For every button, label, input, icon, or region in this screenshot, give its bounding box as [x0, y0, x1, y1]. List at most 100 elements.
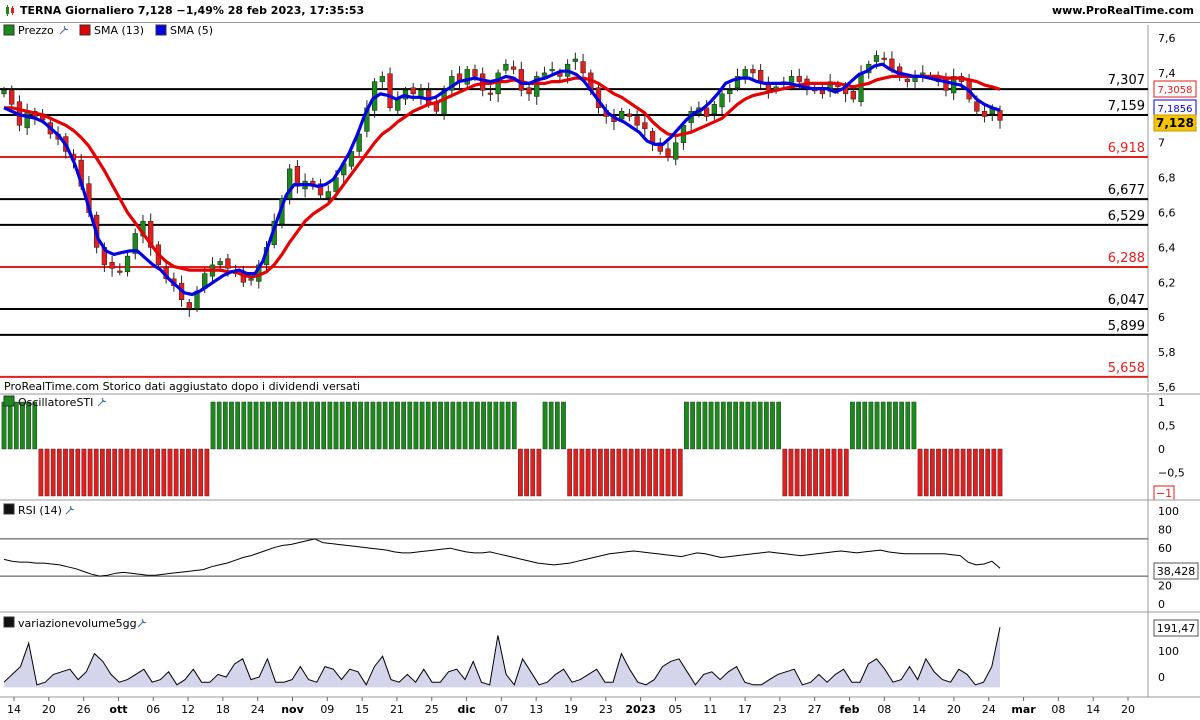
price-tick-label: 6,4 — [1158, 241, 1176, 254]
candle — [526, 87, 532, 95]
level-label: 5,899 — [1108, 319, 1145, 334]
candle — [572, 58, 578, 62]
candle — [580, 61, 586, 74]
rsi-title: RSI (14) — [18, 504, 62, 517]
rsi-line — [3, 538, 1001, 577]
sti-bar — [284, 401, 290, 450]
sti-bar — [44, 448, 50, 497]
sti-bar — [739, 401, 745, 450]
x-tick-label: 08 — [877, 703, 891, 716]
sti-bar — [960, 448, 966, 497]
wrench-icon[interactable] — [97, 397, 107, 407]
sti-bar — [296, 401, 302, 450]
sti-bar — [438, 401, 443, 450]
candle — [472, 69, 478, 77]
sti-bar — [364, 401, 370, 450]
sti-bar — [782, 448, 788, 497]
sti-bar — [339, 401, 345, 450]
sti-bar — [966, 448, 972, 497]
price-tick-label: 5,8 — [1158, 346, 1176, 359]
legend-label: SMA (5) — [170, 24, 213, 37]
candle — [503, 63, 509, 71]
sti-bar — [997, 448, 1003, 497]
sti-bar — [143, 448, 148, 497]
sti-bar — [868, 401, 874, 450]
candle — [873, 55, 880, 62]
candle — [410, 87, 416, 95]
sti-bar — [745, 401, 751, 450]
sti-bar — [432, 401, 437, 450]
sti-bar — [401, 401, 406, 450]
sti-bar — [973, 448, 978, 497]
x-tick-label: 21 — [390, 703, 404, 716]
sti-bar — [161, 448, 167, 497]
sti-bar — [1, 401, 7, 450]
sti-bar — [776, 401, 782, 450]
legend-swatch — [155, 24, 167, 36]
level-label: 7,159 — [1108, 99, 1145, 114]
sti-bar — [991, 448, 997, 497]
sti-bar — [807, 448, 812, 497]
sma13-line — [4, 74, 1001, 279]
candle — [510, 66, 517, 70]
price-tick-label: 6,8 — [1158, 172, 1176, 185]
sti-bar — [604, 448, 609, 497]
sti-bar — [948, 448, 954, 497]
sti-bar — [862, 401, 868, 450]
sti-bar — [419, 401, 425, 450]
last-value-label: 7,3058 — [1158, 85, 1193, 96]
wrench-icon[interactable] — [137, 618, 147, 628]
sti-bar — [63, 448, 68, 497]
candlestick-icon — [6, 5, 14, 16]
wrench-icon[interactable] — [65, 505, 75, 515]
wrench-icon[interactable] — [59, 25, 69, 35]
chart-canvas[interactable]: 7,67,47,276,86,66,46,265,85,67,3077,1596… — [0, 23, 1200, 720]
last-value-label: 7,1856 — [1158, 104, 1193, 115]
x-tick-label: 19 — [564, 703, 578, 716]
chart-title: TERNA Giornaliero 7,128 −1,49% 28 feb 20… — [20, 4, 365, 17]
candle — [634, 116, 640, 126]
x-tick-label: 12 — [181, 703, 195, 716]
sti-bar — [266, 401, 271, 450]
sti-bar — [272, 401, 277, 450]
candle — [379, 76, 385, 82]
x-tick-label: 20 — [1121, 703, 1135, 716]
x-tick-label: 05 — [668, 703, 682, 716]
rsi-last-label: 38,428 — [1157, 565, 1196, 578]
sti-bar — [671, 448, 677, 497]
sti-bar — [358, 401, 363, 450]
sti-bar — [69, 448, 74, 497]
x-tick-label: 17 — [738, 703, 752, 716]
sti-bar — [505, 401, 511, 450]
sti-bar — [38, 448, 44, 497]
sti-bar — [880, 401, 886, 450]
sti-bar — [13, 401, 19, 450]
sti-bar — [253, 401, 259, 450]
sti-bar — [179, 448, 185, 497]
candle — [997, 110, 1003, 121]
sti-bar — [720, 401, 726, 450]
sti-bar — [856, 401, 861, 450]
x-tick-label: 14 — [912, 703, 926, 716]
candle — [225, 258, 231, 269]
sti-bar — [585, 448, 591, 497]
sti-bar — [87, 448, 93, 497]
vol-title: variazionevolume5gg — [18, 617, 137, 630]
candle — [758, 70, 764, 82]
sti-bar — [530, 448, 536, 497]
sti-bar — [567, 448, 572, 497]
sti-bar — [653, 448, 659, 497]
x-tick-label: ott — [109, 703, 127, 716]
sti-bar — [764, 401, 769, 450]
rsi-tick-label: 60 — [1158, 542, 1172, 555]
x-tick-label: dic — [457, 703, 475, 716]
sti-bar — [468, 401, 474, 450]
price-tick-label: 7,6 — [1158, 32, 1176, 45]
sti-bar — [850, 401, 855, 450]
sti-bar — [173, 448, 179, 497]
sti-bar — [677, 448, 683, 497]
x-tick-label: 23 — [773, 703, 787, 716]
candle — [796, 76, 802, 82]
sti-bar — [388, 401, 394, 450]
x-tick-label: nov — [281, 703, 304, 716]
